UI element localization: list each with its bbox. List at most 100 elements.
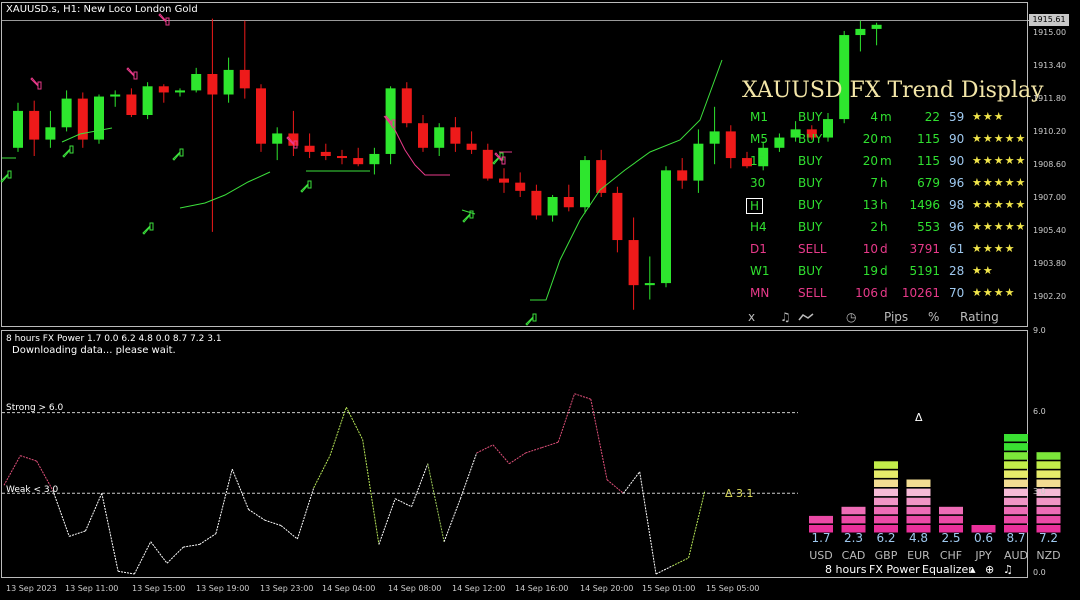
rating-stars: ★★★★ [972, 242, 1016, 255]
fx-power-line-segment [394, 498, 412, 508]
fx-power-line-segment [85, 493, 103, 532]
fx-power-line-segment [362, 439, 380, 545]
timeframe-label[interactable]: W1 [750, 264, 770, 278]
candle-body [207, 74, 218, 95]
equalizer-bar-segment [1036, 515, 1061, 524]
signal-label: BUY [798, 176, 823, 190]
duration-unit: d [880, 264, 888, 278]
duration-unit: m [880, 154, 892, 168]
trend-display-footer: x ♫ ◷ Pips % Rating [746, 310, 1026, 330]
timeframe-label[interactable]: M5 [750, 132, 768, 146]
up-arrow-icon[interactable]: ▴ [970, 563, 976, 576]
fx-power-line-segment [411, 463, 429, 507]
rating-stars: ★★★★★ [972, 154, 1027, 167]
signal-label: BUY [798, 220, 823, 234]
candle-body [158, 86, 169, 93]
currency-name: JPY [975, 549, 992, 562]
fx-power-line-segment [183, 543, 200, 548]
time-axis-label: 13 Sep 15:00 [132, 584, 186, 593]
timeframe-label[interactable]: M1 [750, 110, 768, 124]
equalizer-menu[interactable]: Equalizer [922, 563, 973, 576]
timeframe-label[interactable]: MN [750, 286, 769, 300]
delta-marker: Δ [915, 411, 923, 424]
rating-header: Rating [960, 310, 999, 324]
candle-body [126, 94, 137, 115]
percent-value: 70 [949, 286, 965, 300]
candle-body [515, 182, 526, 191]
equalizer-bar-segment [1036, 497, 1061, 506]
buy-arrow-icon [300, 180, 312, 193]
trailing-stop-bull [530, 59, 723, 301]
pips-value: 553 [917, 220, 940, 234]
fx-power-line-segment [378, 498, 396, 545]
period-menu[interactable]: 8 hours [825, 563, 866, 576]
fx-power-menu[interactable]: FX Power [869, 563, 920, 576]
fx-power-line-segment [639, 471, 657, 575]
fx-power-line-segment [313, 455, 331, 489]
fx-power-line-segment [525, 447, 543, 454]
weak-level-label: Weak < 3.0 [6, 485, 59, 495]
candle-body [499, 178, 509, 183]
equalizer-bar-segment [906, 515, 931, 524]
trend-row: M1 BUY 4 m 22 59 ★★★ [746, 110, 1026, 130]
alert-icon[interactable] [798, 310, 814, 321]
timeframe-label[interactable]: D1 [750, 242, 767, 256]
pips-value: 5191 [909, 264, 940, 278]
candle-body [709, 131, 720, 144]
time-axis-label: 13 Sep 23:00 [260, 584, 314, 593]
fx-power-line-segment [264, 519, 282, 527]
fx-power-line-segment [672, 557, 689, 567]
percent-value: 96 [949, 220, 965, 234]
music-note-icon[interactable]: ♫ [1003, 563, 1013, 576]
time-axis-label: 14 Sep 16:00 [515, 584, 569, 593]
duration-value: 2 [870, 220, 878, 234]
close-icon[interactable]: x [748, 310, 755, 324]
candle-body [256, 88, 266, 144]
candle-body [191, 74, 202, 91]
duration-unit: m [880, 110, 892, 124]
indicator-axis-label: 3.0 [1033, 487, 1046, 497]
candle-body [677, 170, 688, 181]
equalizer-bar-segment [1036, 461, 1061, 469]
trend-row: D1 SELL 10 d 3791 61 ★★★★ [746, 242, 1026, 262]
fx-power-line-segment [118, 570, 135, 575]
pips-header: Pips [884, 310, 909, 324]
candle-body [418, 123, 428, 148]
fx-power-line-segment [655, 565, 673, 575]
equalizer-bar-segment [939, 506, 963, 515]
time-axis-label: 15 Sep 01:00 [642, 584, 696, 593]
candle-body [401, 88, 412, 124]
candle-body [61, 98, 72, 128]
currency-power-value: 7.2 [1038, 531, 1059, 545]
indicator-status: Downloading data... please wait. [12, 345, 176, 356]
equalizer-bar-segment [1004, 434, 1028, 442]
sound-icon[interactable]: ♫ [780, 310, 791, 324]
candle-body [110, 94, 121, 97]
candle-body [644, 283, 655, 286]
candle-body [434, 127, 445, 148]
equalizer-bar-segment [1004, 443, 1028, 451]
timeframe-label[interactable]: H [746, 198, 764, 214]
fx-power-line-segment [443, 498, 461, 542]
timeframe-label[interactable]: 30 [750, 176, 765, 190]
currency-name: USD [809, 549, 833, 562]
signal-label: BUY [798, 198, 823, 212]
target-icon[interactable]: ⊕ [985, 563, 994, 576]
buy-arrow-icon [172, 148, 184, 161]
price-axis-label: 1910.20 [1033, 127, 1067, 136]
equalizer-bar-segment [874, 497, 898, 506]
percent-value: 28 [949, 264, 965, 278]
fx-power-line-segment [248, 509, 266, 521]
candle-body [29, 110, 40, 140]
candle-body [239, 69, 250, 89]
current-price-label: 1915.61 [1029, 14, 1069, 26]
equalizer-bar-segment [906, 479, 931, 487]
timeframe-label[interactable]: H4 [750, 220, 767, 234]
pips-value: 1496 [909, 198, 940, 212]
timeframe-label[interactable]: 15 [750, 154, 765, 168]
trend-row: H4 BUY 2 h 553 96 ★★★★★ [746, 220, 1026, 240]
candle-body [337, 156, 347, 159]
time-axis-label: 15 Sep 05:00 [706, 584, 760, 593]
candle-body [871, 24, 882, 29]
candle-body [661, 170, 671, 284]
